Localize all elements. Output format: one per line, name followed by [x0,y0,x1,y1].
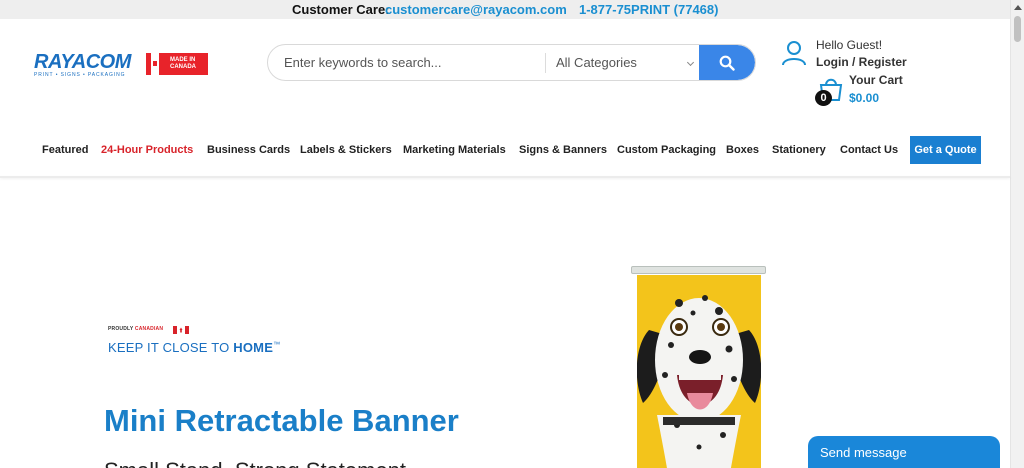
nav-item-signs-banners[interactable]: Signs & Banners [519,144,607,156]
user-account-icon[interactable] [780,39,808,67]
product-title: Mini Retractable Banner [104,403,459,438]
account-greeting: Hello Guest! [816,38,883,52]
scrollbar-thumb[interactable] [1014,16,1021,42]
header-divider [0,176,1010,178]
login-register-link[interactable]: Login / Register [816,55,907,69]
badge-line-2: CANADA [170,64,196,70]
cart-total: $0.00 [849,91,880,105]
made-in-canada-badge: MADE IN CANADA [146,53,208,75]
nav-item-marketing-materials[interactable]: Marketing Materials [403,144,506,156]
badge-line-1: MADE IN [170,57,196,63]
banner-top-rail [631,266,766,274]
product-subtitle: Small Stand. Strong Statement. [104,458,412,468]
keep-it-close-to-home-slogan: KEEP IT CLOSE TO HOME™ [108,340,280,355]
customer-care-bar: Customer Care: customercare@rayacom.com … [0,0,1010,19]
search-bar: All Categories [267,44,756,81]
canada-flag-icon [173,326,189,334]
nav-item-contact-us[interactable]: Contact Us [840,144,898,156]
search-input[interactable] [268,45,546,80]
product-banner-image [637,275,761,468]
canadian-text: CANADIAN [134,326,164,332]
main-navigation: Featured 24-Hour Products Business Cards… [0,136,1010,164]
cart-count-badge: 0 [815,90,832,106]
nav-item-business-cards[interactable]: Business Cards [207,144,290,156]
page-scrollbar[interactable] [1010,0,1024,468]
category-select[interactable]: All Categories [546,45,701,80]
dalmatian-dog-illustration [637,275,761,468]
slogan-trademark: ™ [273,341,281,349]
proudly-canadian-label: PROUDLY CANADIAN [108,326,163,332]
scroll-up-arrow-icon[interactable] [1014,5,1022,10]
nav-item-featured[interactable]: Featured [42,144,88,156]
logo-wordmark: RAYACOM [34,51,131,73]
nav-item-stationery[interactable]: Stationery [772,144,826,156]
nav-item-24-hour-products[interactable]: 24-Hour Products [101,144,193,156]
customer-care-email-link[interactable]: customercare@rayacom.com [385,2,567,17]
rayacom-logo[interactable]: RAYACOM PRINT • SIGNS • PACKAGING [34,52,131,78]
customer-care-phone-link[interactable]: 1-877-75PRINT (77468) [579,2,718,17]
nav-item-boxes[interactable]: Boxes [726,144,759,156]
nav-item-custom-packaging[interactable]: Custom Packaging [617,144,716,156]
nav-item-labels-stickers[interactable]: Labels & Stickers [300,144,392,156]
search-icon [719,55,735,71]
category-select-value: All Categories [556,55,637,70]
logo-tagline: PRINT • SIGNS • PACKAGING [34,72,126,78]
slogan-home: HOME [233,340,274,355]
search-button[interactable] [699,45,755,80]
send-message-chat-button[interactable]: Send message [808,436,1000,468]
proudly-text: PROUDLY [108,326,134,332]
get-a-quote-button[interactable]: Get a Quote [910,136,981,164]
customer-care-label: Customer Care: [292,2,390,17]
cart-label[interactable]: Your Cart [849,73,903,87]
chevron-down-icon [686,58,695,67]
canada-flag-icon [146,53,164,75]
slogan-prefix: KEEP IT CLOSE TO [108,340,234,355]
